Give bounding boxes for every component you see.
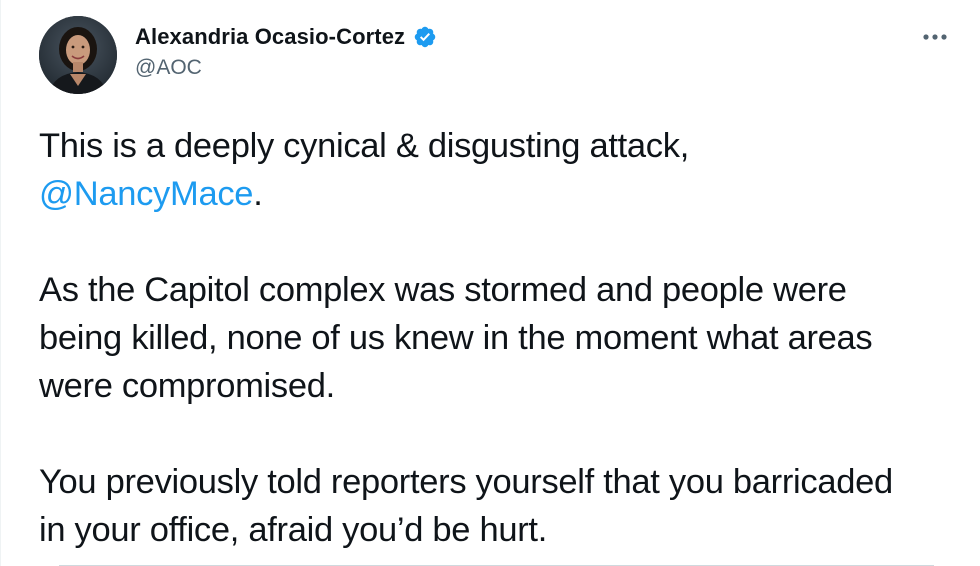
tweet-line: were compromised. [39,367,335,405]
tweet-text: This is a deeply cynical & disgusting at… [39,122,959,554]
tweet-line: As the Capitol complex was stormed and p… [39,271,847,309]
mention-link[interactable]: @NancyMace [39,175,253,213]
verified-badge-icon [413,25,437,49]
tweet-line: being killed, none of us knew in the mom… [39,319,873,357]
tweet-line: in your office, afraid you’d be hurt. [39,511,547,549]
tweet-paragraph-3: You previously told reporters yourself t… [39,458,959,554]
tweet-paragraph-2: As the Capitol complex was stormed and p… [39,266,959,410]
mention-suffix: . [253,175,263,213]
author-handle[interactable]: @AOC [135,56,437,80]
author-avatar[interactable] [39,16,117,94]
author-block: Alexandria Ocasio-Cortez @AOC [135,24,437,80]
author-name-row[interactable]: Alexandria Ocasio-Cortez [135,24,437,50]
profile-photo-icon [39,16,117,94]
tweet-paragraph-1: This is a deeply cynical & disgusting at… [39,122,959,218]
more-options-button[interactable] [920,22,950,52]
tweet-card: Alexandria Ocasio-Cortez @AOC This is a … [0,0,980,566]
tweet-line: This is a deeply cynical & disgusting at… [39,127,689,165]
author-display-name[interactable]: Alexandria Ocasio-Cortez [135,24,405,50]
more-horizontal-icon [923,34,947,40]
tweet-line: You previously told reporters yourself t… [39,463,893,501]
